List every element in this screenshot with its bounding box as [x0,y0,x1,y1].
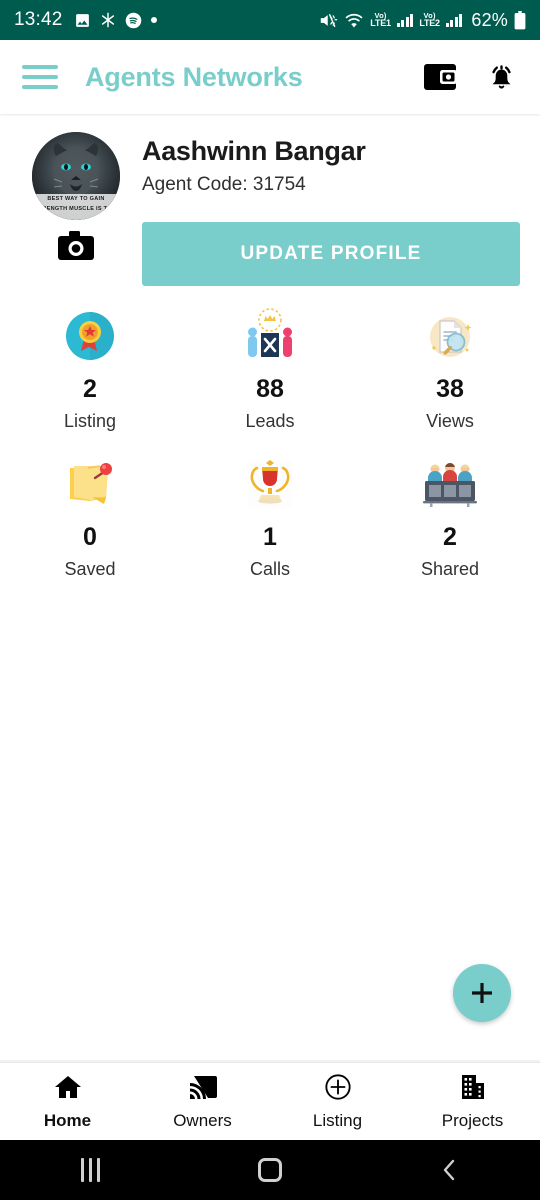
building-icon [458,1073,488,1106]
page-title: Agents Networks [85,61,303,92]
stat-label: Listing [63,411,117,431]
stats-row-2: 0 Saved 1 Calls 2 Shared [0,454,540,580]
stat-label: Leads [245,411,295,431]
trophy-icon [240,454,300,514]
stat-leads[interactable]: 88 Leads [180,306,360,432]
stat-value: 88 [256,375,284,403]
stat-value: 1 [263,523,277,551]
stat-value: 2 [83,375,97,403]
system-navigation-bar [0,1140,540,1200]
phone-screen: 13:42 Vo) LTE1 Vo) LTE2 62% Agents Netwo… [0,0,540,1200]
stat-value: 2 [443,523,457,551]
nav-label: Projects [441,1110,504,1130]
signal-bars-icon-2 [445,13,463,27]
back-icon[interactable] [360,1157,540,1183]
stat-listing[interactable]: 2 Listing [0,306,180,432]
nav-label: Home [43,1110,92,1130]
nav-label: Owners [173,1110,232,1130]
stats-row-1: 2 Listing 88 Leads 38 Views [0,306,540,432]
recents-icon[interactable] [0,1158,180,1182]
hamburger-menu-icon[interactable] [22,65,58,89]
nav-label: Listing [312,1110,363,1130]
avatar-caption: BEST WAY TO GAIN STRENGTH MUSCLE IS TO..… [32,194,120,220]
volte-lte2-icon: Vo) LTE2 [419,10,440,29]
cast-icon [188,1073,218,1106]
mute-icon [319,12,338,29]
avatar[interactable]: BEST WAY TO GAIN STRENGTH MUSCLE IS TO..… [32,132,120,220]
stat-shared[interactable]: 2 Shared [360,454,540,580]
stat-label: Shared [420,559,480,579]
status-bar: 13:42 Vo) LTE1 Vo) LTE2 62% [0,0,540,40]
leads-people-icon [240,306,300,366]
volte-lte1-icon: Vo) LTE1 [370,10,391,29]
stat-label: Saved [64,559,116,579]
battery-percent: 62% [471,9,508,30]
dot-icon [150,17,157,23]
home-icon [53,1073,83,1106]
sticky-note-pin-icon [60,454,120,514]
wallet-icon[interactable] [423,61,457,93]
stat-value: 38 [436,375,464,403]
signal-bars-icon [396,13,414,27]
stat-value: 0 [83,523,97,551]
plus-icon [472,983,492,1003]
stat-calls[interactable]: 1 Calls [180,454,360,580]
nav-item-listing[interactable]: Listing [270,1073,405,1131]
update-profile-button[interactable]: UPDATE PROFILE [142,222,520,286]
wifi-icon [344,12,364,28]
snowflake-icon [100,12,116,28]
team-desk-icon [420,454,480,514]
battery-icon [514,10,526,30]
bottom-navigation: Home Owners Listing Projects [0,1062,540,1140]
agent-code: Agent Code: 31754 [142,174,306,195]
stat-views[interactable]: 38 Views [360,306,540,432]
document-search-icon [420,306,480,366]
award-badge-icon [60,306,120,366]
nav-item-owners[interactable]: Owners [135,1073,270,1131]
stat-label: Calls [249,559,290,579]
status-bar-clock: 13:42 [14,9,63,30]
plus-circle-icon [323,1073,353,1106]
profile-name: Aashwinn Bangar [142,136,366,166]
stat-saved[interactable]: 0 Saved [0,454,180,580]
nav-item-home[interactable]: Home [0,1073,135,1131]
add-fab-button[interactable] [453,964,511,1022]
spotify-icon [125,12,142,29]
nav-item-projects[interactable]: Projects [405,1073,540,1131]
camera-icon[interactable] [58,231,94,266]
notification-bell-icon[interactable] [485,61,518,94]
home-button-icon[interactable] [180,1158,360,1182]
profile-card: BEST WAY TO GAIN STRENGTH MUSCLE IS TO..… [0,114,540,606]
app-bar: Agents Networks [0,40,540,114]
image-icon [74,12,91,29]
stats-grid: 2 Listing 88 Leads 38 Views 0 Saved 1 Ca… [0,286,540,606]
stat-label: Views [426,411,474,431]
